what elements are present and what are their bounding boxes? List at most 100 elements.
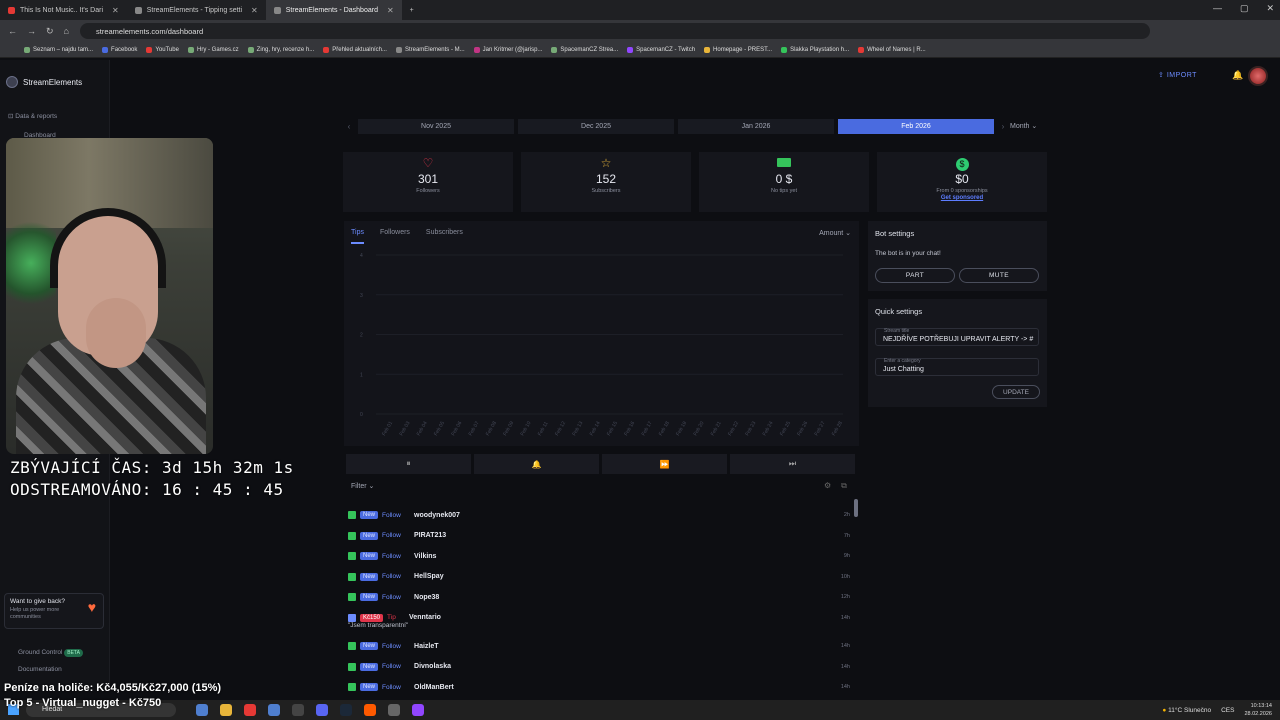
back-icon[interactable]: ← bbox=[8, 26, 17, 36]
import-button[interactable]: ⇪ IMPORT bbox=[1158, 71, 1197, 79]
category-field[interactable]: Enter a category Just Chatting bbox=[875, 358, 1039, 376]
discord-icon[interactable] bbox=[316, 704, 328, 716]
prev-month-icon[interactable]: ‹ bbox=[344, 122, 354, 131]
app-icon[interactable] bbox=[196, 704, 208, 716]
clock[interactable]: 10:13:14 28.02.2026 bbox=[1244, 702, 1272, 718]
skip-button[interactable]: ⏩ bbox=[602, 454, 727, 474]
event-username: Venntario bbox=[409, 614, 441, 622]
bookmark[interactable]: SpacemanCZ - Twitch bbox=[627, 46, 695, 53]
mute-button[interactable]: MUTE bbox=[959, 268, 1039, 283]
replay-button[interactable]: ⏭ bbox=[730, 454, 855, 474]
tab-dashboard[interactable]: StreamElements - Dashboard ✕ bbox=[265, 0, 402, 20]
followers-label: Followers bbox=[416, 188, 440, 194]
give-back-title: Want to give back? bbox=[10, 598, 66, 605]
chart-metric-dropdown[interactable]: Amount ⌄ bbox=[819, 229, 851, 237]
home-icon[interactable]: ⌂ bbox=[64, 26, 69, 36]
give-back-card[interactable]: Want to give back? Help us power more co… bbox=[4, 593, 104, 629]
feed-row[interactable]: New Follow PIRAT213 7h bbox=[344, 526, 856, 547]
close-icon[interactable]: ✕ bbox=[112, 6, 119, 15]
avatar[interactable] bbox=[1248, 66, 1268, 86]
url-input[interactable]: streamelements.com/dashboard bbox=[80, 23, 1150, 39]
update-button[interactable]: UPDATE bbox=[992, 385, 1040, 399]
notifications-bell-icon[interactable]: 🔔 bbox=[1232, 70, 1243, 81]
heart-icon: ♥ bbox=[87, 599, 96, 615]
language-indicator[interactable]: CES bbox=[1221, 707, 1234, 714]
follow-icon bbox=[348, 642, 356, 651]
tab-tips[interactable]: Tips bbox=[351, 229, 364, 244]
feed-row[interactable]: New Follow Divnolaska 14h bbox=[344, 657, 856, 678]
event-username: woodynek007 bbox=[414, 511, 460, 519]
feed-row[interactable]: New Follow Vilkins 9h bbox=[344, 546, 856, 567]
month-feb-2026[interactable]: Feb 2026 bbox=[838, 118, 994, 134]
next-month-icon[interactable]: › bbox=[998, 122, 1008, 131]
sidebar-item-ground-control[interactable]: Ground Control BETA bbox=[18, 649, 83, 657]
filter-dropdown[interactable]: Filter ⌄ bbox=[351, 482, 374, 490]
tab-youtube[interactable]: This Is Not Music.. It's Dari ✕ bbox=[0, 0, 127, 20]
bookmark[interactable]: Zing, hry, recenze h... bbox=[247, 46, 314, 53]
period-dropdown[interactable]: Month ⌄ bbox=[1010, 122, 1037, 130]
popout-icon[interactable]: ⧉ bbox=[841, 481, 847, 491]
stream-title-label: Stream title bbox=[884, 328, 910, 334]
obs-icon[interactable] bbox=[292, 704, 304, 716]
bookmark[interactable]: SpacemanCZ Strea... bbox=[551, 46, 618, 53]
tab-followers[interactable]: Followers bbox=[380, 229, 410, 244]
feed-row[interactable]: New Follow HellSpay 10h bbox=[344, 567, 856, 588]
app-icon[interactable] bbox=[388, 704, 400, 716]
bookmark[interactable]: Jan Kritmer (@jarisp... bbox=[473, 46, 542, 53]
x-tick-label: Feb 09 bbox=[502, 420, 515, 437]
brand-name: StreamElements bbox=[23, 77, 83, 87]
minimize-icon[interactable]: — bbox=[1213, 3, 1222, 14]
month-nov-2025[interactable]: Nov 2025 bbox=[358, 118, 514, 134]
feed-row[interactable]: Kč150 Tip Venntario 14h bbox=[344, 608, 856, 629]
close-icon[interactable]: ✕ bbox=[251, 6, 258, 15]
address-bar: ← → ↻ ⌂ streamelements.com/dashboard bbox=[0, 20, 1280, 42]
brand[interactable]: StreamElements bbox=[6, 76, 82, 88]
feed-row[interactable]: New Follow Nope38 12h bbox=[344, 587, 856, 608]
twitch-icon[interactable] bbox=[412, 704, 424, 716]
bookmark[interactable]: Přehled aktualních... bbox=[323, 46, 387, 53]
bookmark[interactable]: Homepage - PREST... bbox=[704, 46, 772, 53]
bookmark[interactable]: Facebook bbox=[102, 46, 137, 53]
sidebar-section-data-reports[interactable]: ⊡ Data & reports bbox=[8, 112, 57, 120]
follow-icon bbox=[348, 531, 356, 540]
chrome-icon[interactable] bbox=[244, 704, 256, 716]
month-dec-2025[interactable]: Dec 2025 bbox=[518, 118, 674, 134]
youtube-icon bbox=[8, 6, 15, 14]
feed-row[interactable]: New Follow HaizleT 14h bbox=[344, 636, 856, 657]
event-username: Divnolaska bbox=[414, 663, 451, 671]
sidebar-item-documentation[interactable]: Documentation bbox=[18, 666, 62, 673]
x-tick-label: Feb 24 bbox=[762, 420, 775, 437]
dollar-icon: $ bbox=[877, 156, 1047, 171]
part-button[interactable]: PART bbox=[875, 268, 955, 283]
bookmark[interactable]: Seznam – najdu tam... bbox=[24, 46, 93, 53]
bookmark[interactable]: Wheel of Names | R... bbox=[858, 46, 926, 53]
edge-icon[interactable] bbox=[268, 704, 280, 716]
steam-icon[interactable] bbox=[340, 704, 352, 716]
goal-text: Peníze na holiče: Kč4,055/Kč27,000 (15%) bbox=[4, 682, 222, 694]
bookmark[interactable]: StreamElements - M... bbox=[395, 46, 465, 53]
stream-title-field[interactable]: Stream title NEJDŘÍVE POTŘEBUJI UPRAVIT … bbox=[875, 328, 1039, 346]
mute-alerts-button[interactable]: 🔔 bbox=[474, 454, 599, 474]
close-window-icon[interactable]: ✕ bbox=[1266, 3, 1274, 14]
pause-button[interactable]: ⏸ bbox=[346, 454, 471, 474]
close-icon[interactable]: ✕ bbox=[387, 6, 394, 15]
folder-icon[interactable] bbox=[220, 704, 232, 716]
gear-icon[interactable]: ⚙ bbox=[824, 481, 831, 491]
bookmark[interactable]: Slakka Playstation h... bbox=[781, 46, 849, 53]
app-icon[interactable] bbox=[364, 704, 376, 716]
x-tick-label: Feb 05 bbox=[433, 420, 446, 437]
reload-icon[interactable]: ↻ bbox=[46, 26, 54, 37]
month-jan-2026[interactable]: Jan 2026 bbox=[678, 118, 834, 134]
bookmark[interactable]: YouTube bbox=[146, 46, 179, 53]
get-sponsored-link[interactable]: Get sponsored bbox=[877, 195, 1047, 201]
feed-row[interactable]: New Follow woodynek007 2h bbox=[344, 505, 856, 526]
bookmark[interactable]: Hry - Games.cz bbox=[187, 46, 239, 53]
tab-subscribers[interactable]: Subscribers bbox=[426, 229, 463, 244]
tab-tipping-settings[interactable]: StreamElements - Tipping setti ✕ bbox=[127, 0, 266, 20]
forward-icon[interactable]: → bbox=[27, 26, 36, 36]
new-tab-button[interactable]: + bbox=[402, 0, 422, 20]
maximize-icon[interactable]: ▢ bbox=[1240, 3, 1249, 14]
weather[interactable]: ● 11°C Slunečno bbox=[1162, 707, 1211, 714]
feed-row[interactable]: New Follow OldManBert 14h bbox=[344, 677, 856, 698]
feed-scrollbar[interactable] bbox=[854, 499, 858, 517]
